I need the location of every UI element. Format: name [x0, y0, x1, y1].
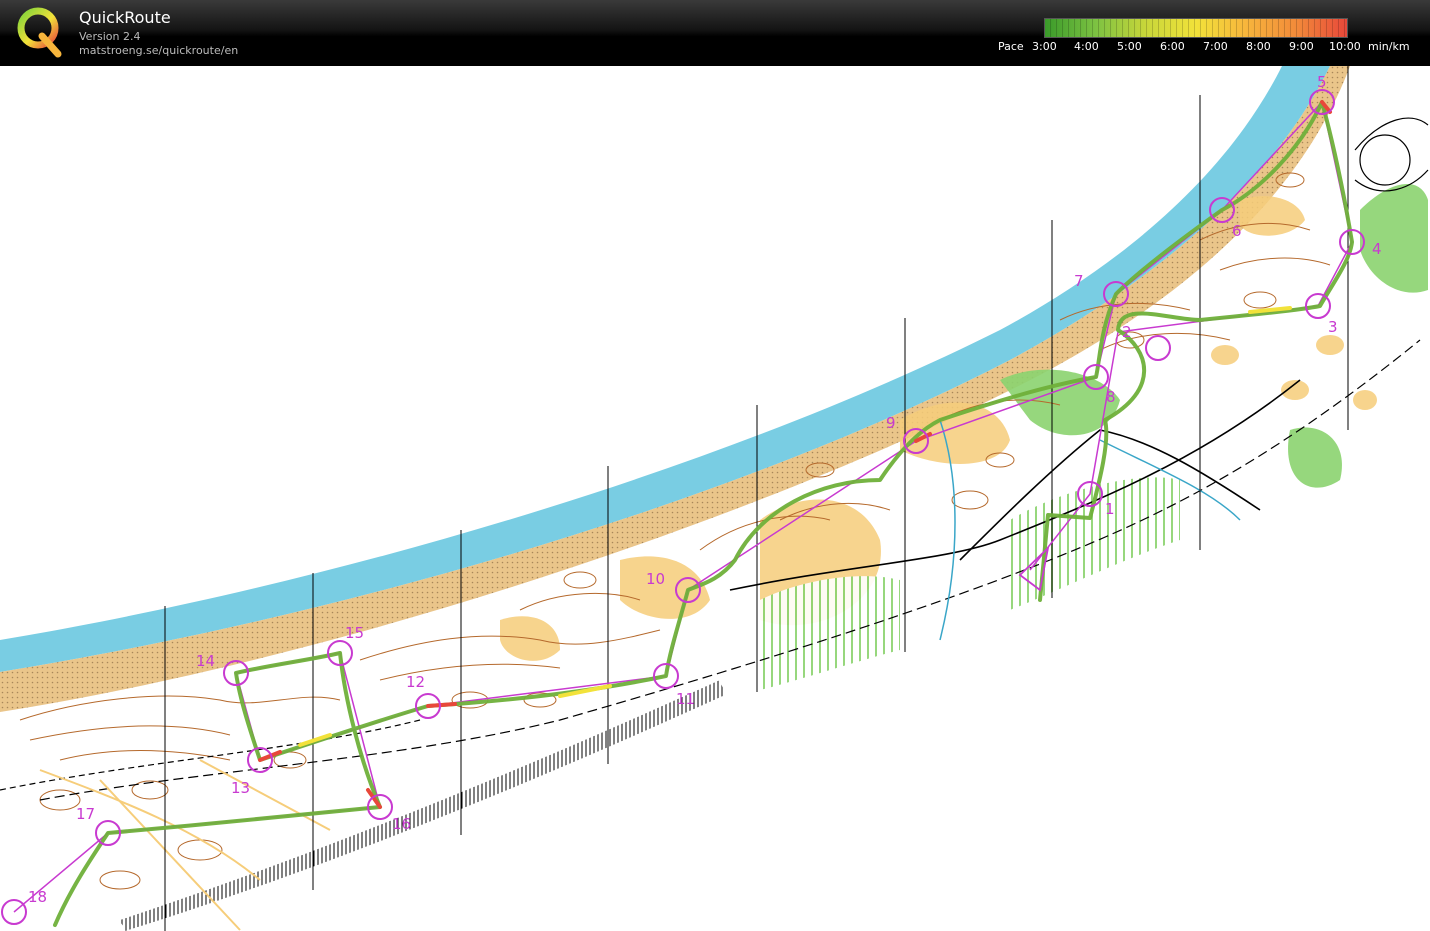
- pace-tick: 7:00: [1203, 40, 1228, 53]
- control-label: 7: [1074, 272, 1084, 290]
- control-label: 10: [646, 570, 665, 588]
- pace-unit: min/km: [1368, 40, 1410, 53]
- control-label: 6: [1232, 222, 1242, 240]
- control-label: 2: [1122, 323, 1132, 341]
- app-header: QuickRoute Version 2.4 matstroeng.se/qui…: [0, 0, 1430, 66]
- pace-tick: 3:00: [1032, 40, 1057, 53]
- orienteering-map[interactable]: 1 2 3 4 5 6 7 8 9 10 11 12 13 14 15 16 1…: [0, 66, 1430, 931]
- control-label: 11: [676, 690, 695, 708]
- control-label: 8: [1106, 388, 1116, 406]
- control-label: 1: [1105, 500, 1115, 518]
- control-label: 3: [1328, 318, 1338, 336]
- app-title: QuickRoute: [79, 8, 171, 27]
- pace-tick: 9:00: [1289, 40, 1314, 53]
- pace-tick: 6:00: [1160, 40, 1185, 53]
- pace-gradient-bar: [1044, 18, 1348, 38]
- pace-tick: 4:00: [1074, 40, 1099, 53]
- control-label: 9: [886, 414, 896, 432]
- control-label: 4: [1372, 240, 1382, 258]
- quickroute-logo: [17, 7, 62, 58]
- control-label: 14: [196, 652, 215, 670]
- app-url: matstroeng.se/quickroute/en: [79, 44, 239, 57]
- control-label: 15: [345, 624, 364, 642]
- control-label: 17: [76, 805, 95, 823]
- pace-tick: 10:00: [1329, 40, 1361, 53]
- pace-tick: 5:00: [1117, 40, 1142, 53]
- control-label: 18: [28, 888, 47, 906]
- app-version: Version 2.4: [79, 30, 141, 43]
- pace-label: Pace: [998, 40, 1024, 53]
- control-label: 13: [231, 779, 250, 797]
- control-label: 16: [392, 815, 411, 833]
- pace-tick: 8:00: [1246, 40, 1271, 53]
- control-label: 12: [406, 673, 425, 691]
- control-label: 5: [1317, 73, 1327, 91]
